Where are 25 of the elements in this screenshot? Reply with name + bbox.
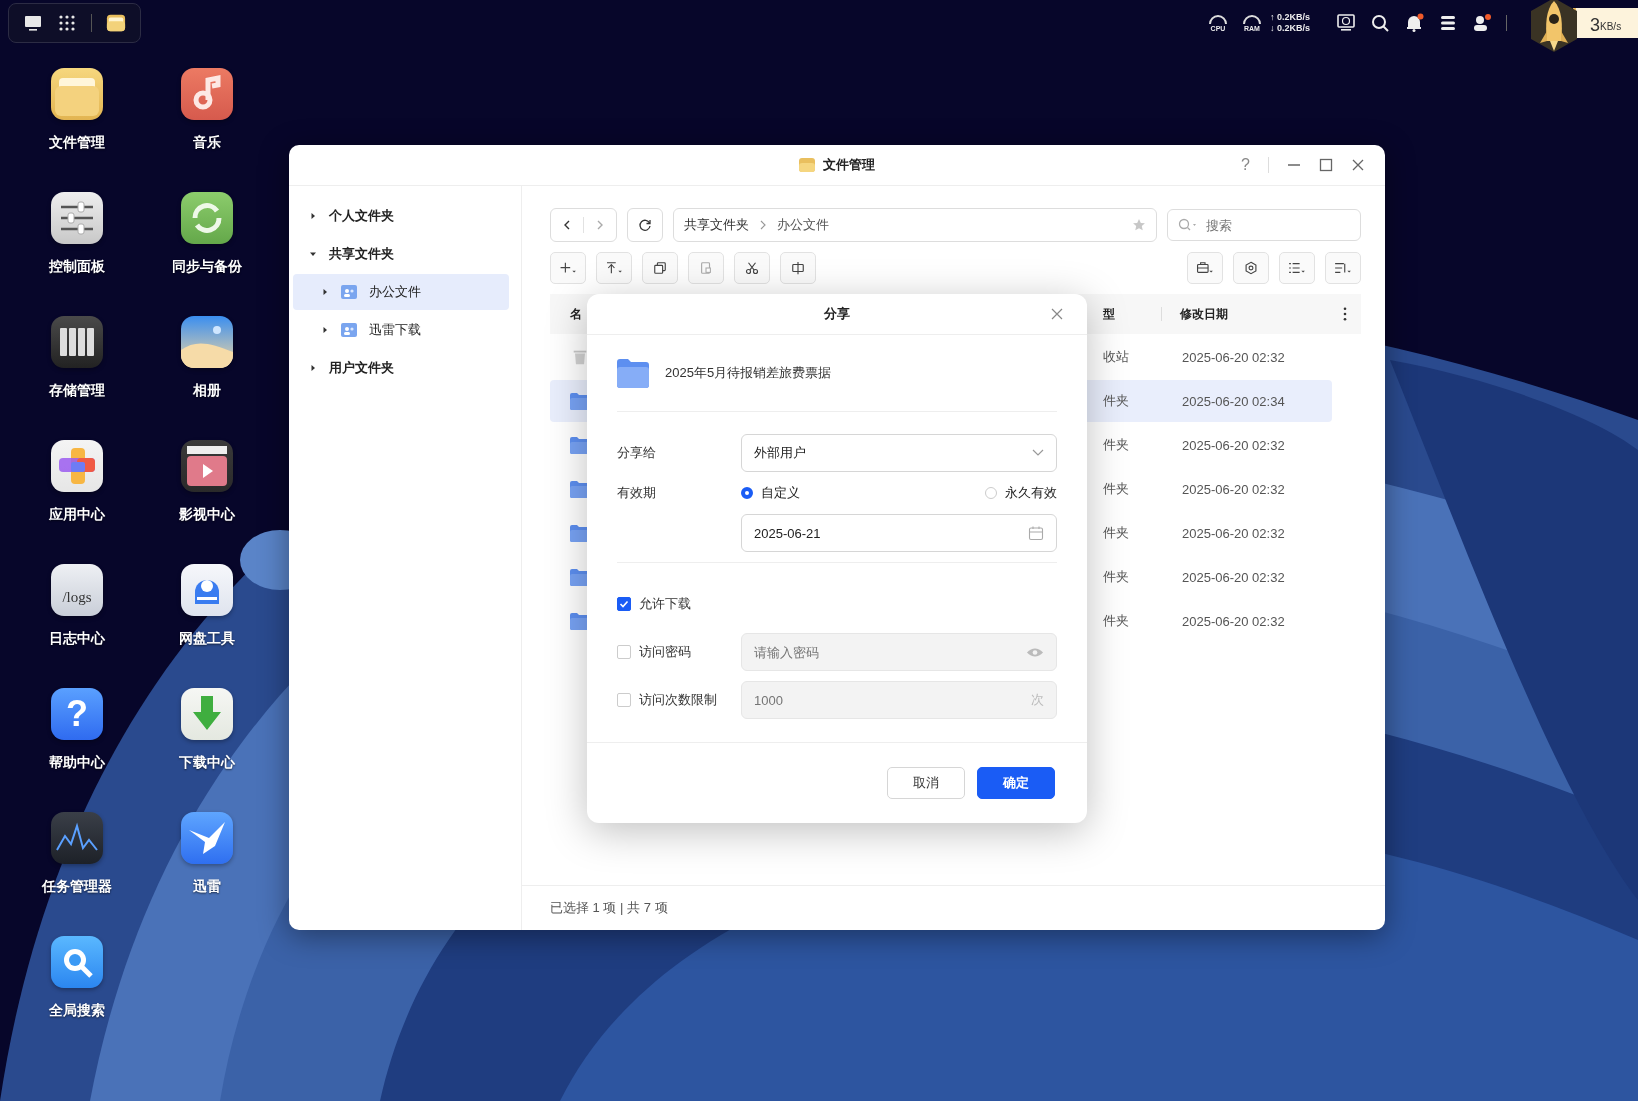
table-cell-text: 件夹 <box>1103 392 1130 410</box>
table-cell-text: 2025-06-20 02:32 <box>1182 437 1286 453</box>
status-text: 已选择 1 项 | 共 7 项 <box>550 899 668 917</box>
upload-speed: ↑ 0.2KB/s <box>1269 12 1310 23</box>
logs-label: /logs <box>62 588 92 606</box>
field-label: 分享给 <box>617 444 657 462</box>
table-cell-text: 2025-06-20 02:32 <box>1182 349 1286 365</box>
table-cell-text: 件夹 <box>1103 480 1130 498</box>
table-cell-text: 收站 <box>1103 348 1130 366</box>
table-cell-text: 件夹 <box>1103 612 1130 630</box>
field-label: 有效期 <box>617 484 657 502</box>
question-mark: ? <box>66 693 88 735</box>
item-name: 2025年5月待报销差旅费票据 <box>665 364 832 382</box>
table-cell-text: 件夹 <box>1103 436 1130 454</box>
table-cell-text: 2025-06-20 02:34 <box>1182 393 1286 409</box>
table-cell-text: 件夹 <box>1103 524 1130 542</box>
window-title: 文件管理 <box>823 156 875 174</box>
download-speed: ↓ 0.2KB/s <box>1269 23 1310 34</box>
table-cell-text: 2025-06-20 02:32 <box>1182 569 1286 585</box>
table-cell-text: 件夹 <box>1103 568 1130 586</box>
speed-indicator: 3KB/s <box>1573 8 1638 38</box>
dialog-title: 分享 <box>824 305 850 323</box>
table-cell-text: 2025-06-20 02:32 <box>1182 613 1286 629</box>
table-cell-text: 2025-06-20 02:32 <box>1182 525 1286 541</box>
table-cell-text: 2025-06-20 02:32 <box>1182 481 1286 497</box>
